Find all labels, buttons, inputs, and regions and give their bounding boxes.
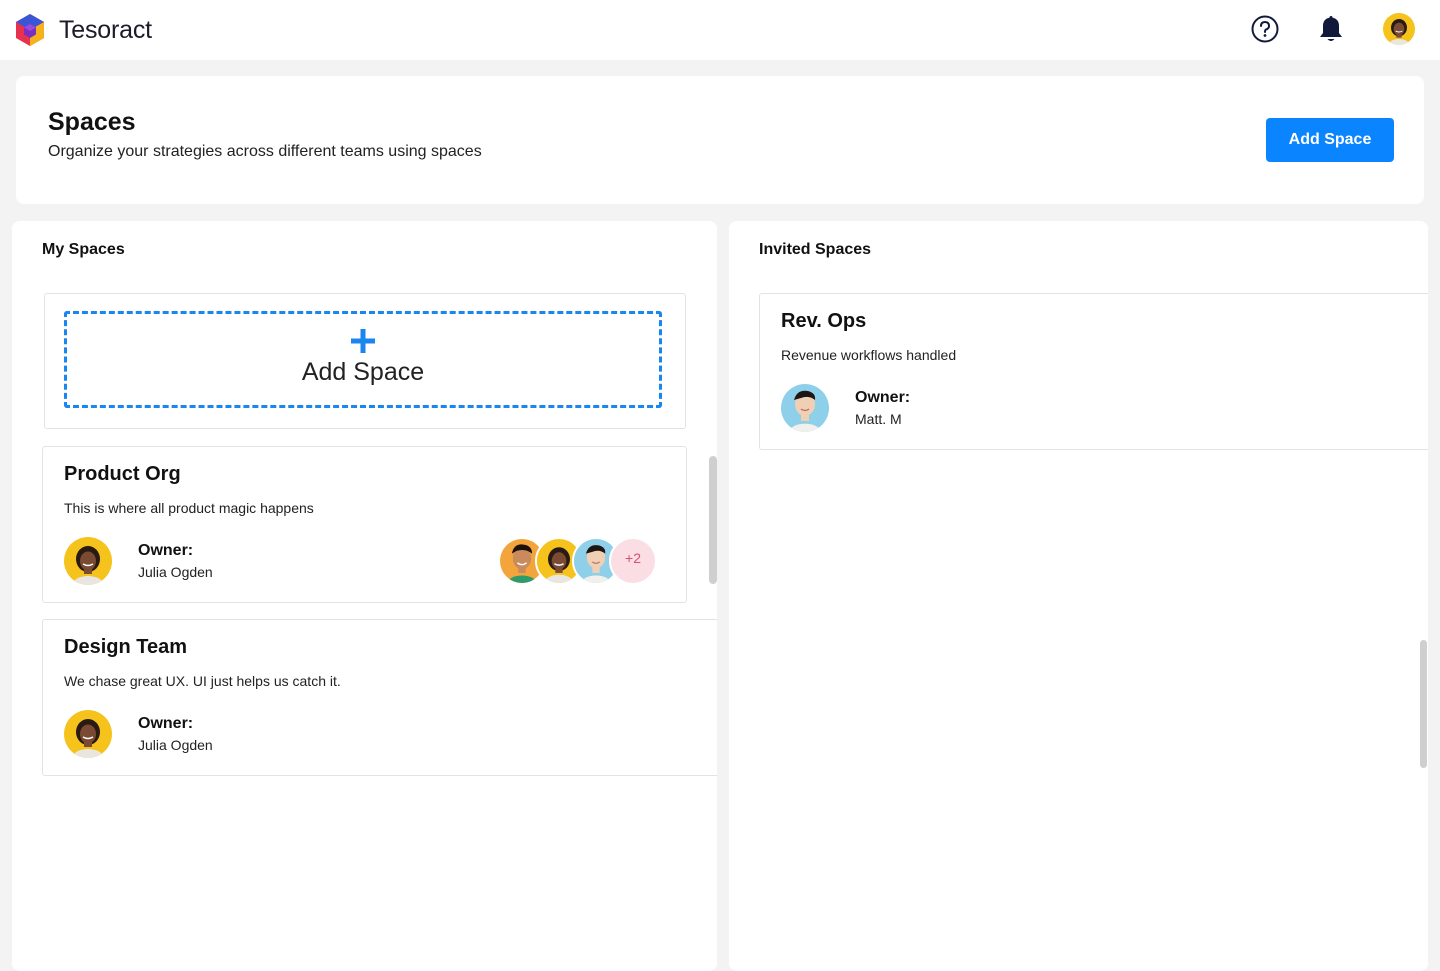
space-description: We chase great UX. UI just helps us catc… bbox=[64, 673, 341, 689]
owner-avatar bbox=[781, 384, 829, 432]
my-spaces-scrollbar[interactable] bbox=[709, 456, 717, 584]
space-card-design-team[interactable]: Design Team We chase great UX. UI just h… bbox=[42, 619, 717, 776]
owner-label: Owner: bbox=[138, 715, 194, 732]
question-circle-icon[interactable] bbox=[1251, 15, 1279, 43]
brand[interactable]: Tesoract bbox=[15, 13, 152, 47]
owner-name: Julia Ogden bbox=[138, 564, 213, 580]
space-title: Product Org bbox=[64, 463, 181, 485]
space-description: Revenue workflows handled bbox=[781, 347, 957, 363]
add-space-label: Add Space bbox=[301, 358, 425, 386]
tesoract-logo-icon bbox=[16, 14, 44, 46]
plus-icon bbox=[351, 329, 375, 353]
space-card-product-org[interactable]: Product Org This is where all product ma… bbox=[42, 446, 687, 603]
space-card-rev-ops[interactable]: Rev. Ops Revenue workflows handled Owner… bbox=[759, 293, 1428, 450]
add-space-button[interactable]: Add Space bbox=[1266, 118, 1394, 162]
app-name: Tesoract bbox=[59, 15, 152, 44]
owner-name: Matt. M bbox=[855, 411, 902, 427]
my-spaces-title: My Spaces bbox=[42, 241, 125, 258]
spaces-header: Spaces Organize your strategies across d… bbox=[16, 76, 1424, 204]
page-title: Spaces bbox=[48, 108, 136, 136]
add-space-dropzone[interactable]: Add Space bbox=[64, 311, 662, 408]
invited-spaces-scrollbar[interactable] bbox=[1420, 640, 1427, 768]
space-title: Design Team bbox=[64, 636, 187, 658]
user-avatar[interactable] bbox=[1383, 13, 1415, 45]
space-description: This is where all product magic happens bbox=[64, 500, 314, 516]
space-title: Rev. Ops bbox=[781, 310, 867, 332]
my-spaces-panel: My Spaces Add Space Product Org This is … bbox=[12, 221, 717, 971]
top-bar: Tesoract bbox=[0, 0, 1440, 60]
more-members-badge[interactable]: +2 bbox=[609, 537, 657, 585]
bell-icon[interactable] bbox=[1318, 14, 1344, 44]
owner-avatar bbox=[64, 710, 112, 758]
owner-name: Julia Ogden bbox=[138, 737, 213, 753]
owner-avatar bbox=[64, 537, 112, 585]
invited-spaces-title: Invited Spaces bbox=[759, 241, 872, 258]
member-avatars[interactable]: +2 bbox=[498, 537, 658, 585]
owner-label: Owner: bbox=[138, 542, 194, 559]
add-space-card[interactable]: Add Space bbox=[44, 293, 686, 429]
owner-label: Owner: bbox=[855, 389, 911, 406]
invited-spaces-panel: Invited Spaces Rev. Ops Revenue workflow… bbox=[729, 221, 1428, 971]
page-subtitle: Organize your strategies across differen… bbox=[48, 143, 482, 160]
